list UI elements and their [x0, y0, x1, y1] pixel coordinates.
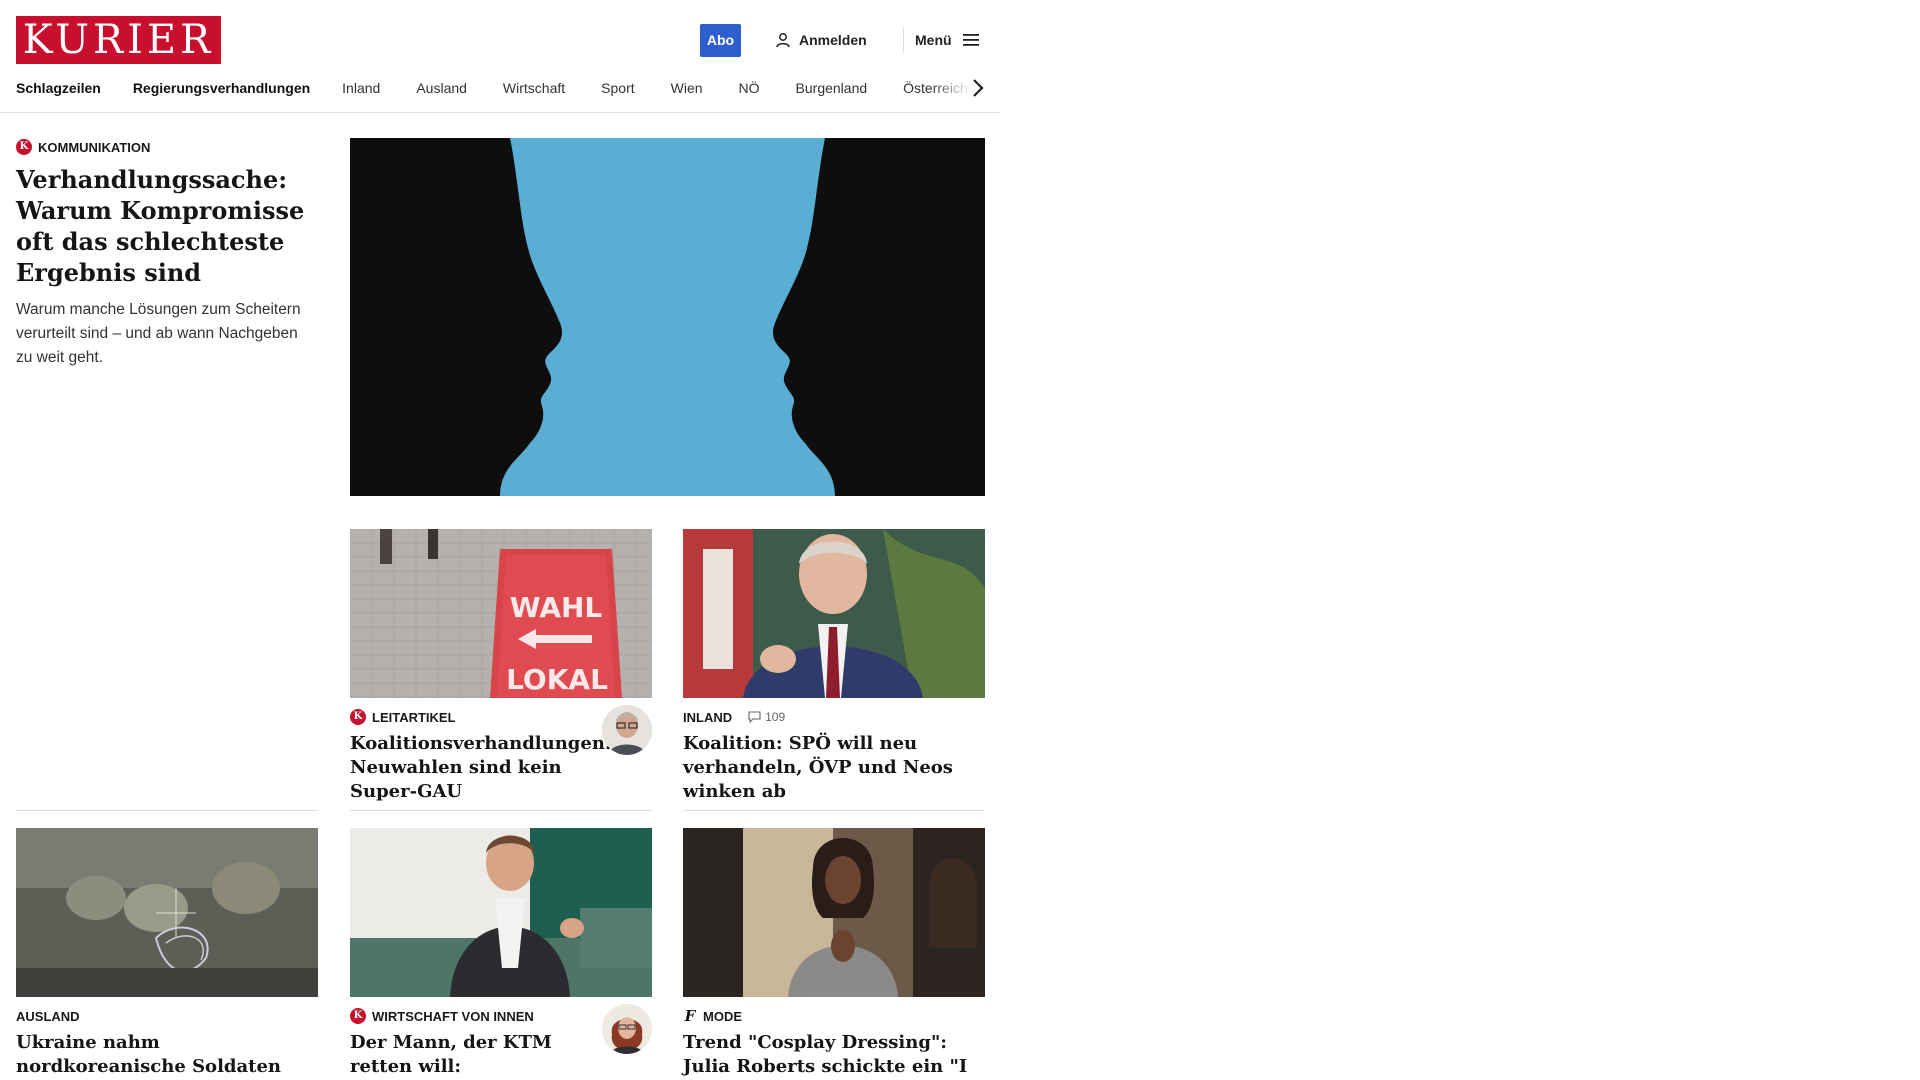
- article-kicker-label: LEITARTIKEL: [372, 709, 456, 725]
- article-card-wirtschaft[interactable]: K WIRTSCHAFT VON INNEN Der Mann, der KTM…: [350, 828, 652, 1080]
- author-avatar[interactable]: [602, 705, 652, 755]
- login-button[interactable]: Anmelden: [775, 28, 867, 52]
- article-headline[interactable]: Koalitionsverhandlungen: Neuwahlen sind …: [350, 732, 612, 804]
- article-kicker: AUSLAND: [16, 1007, 318, 1025]
- divider: [16, 810, 318, 811]
- kurier-logo[interactable]: KURIER: [16, 16, 221, 64]
- nav-item-wien[interactable]: Wien: [671, 80, 703, 96]
- politician-photo: [683, 529, 985, 698]
- chevron-right-icon[interactable]: [965, 76, 989, 100]
- nav-item-noe[interactable]: NÖ: [739, 80, 760, 96]
- article-kicker: f MODE: [683, 1007, 985, 1025]
- wahllokal-photo: WAHL LOKAL: [350, 529, 652, 698]
- nav-item-sport[interactable]: Sport: [601, 80, 634, 96]
- kurier-plus-icon: K: [350, 1008, 366, 1024]
- kurier-plus-icon: K: [350, 709, 366, 725]
- article-headline[interactable]: Ukraine nahm nordkoreanische Soldaten fe…: [16, 1031, 318, 1080]
- article-image-celebrity[interactable]: [683, 828, 985, 997]
- article-kicker-label: INLAND: [683, 709, 733, 725]
- menu-label: Menü: [915, 32, 952, 48]
- article-headline[interactable]: Der Mann, der KTM retten will: Netzwerke…: [350, 1031, 585, 1080]
- article-image-businessman[interactable]: [350, 828, 652, 997]
- article-kicker-label: AUSLAND: [16, 1008, 80, 1024]
- nav-item-regierungsverhandlungen[interactable]: Regierungsverhandlungen: [133, 80, 310, 96]
- lead-kicker-label: KOMMUNIKATION: [38, 139, 151, 155]
- login-label: Anmelden: [799, 32, 867, 48]
- article-headline[interactable]: Trend "Cosplay Dressing": Julia Roberts …: [683, 1031, 985, 1080]
- nav-item-schlagzeilen[interactable]: Schlagzeilen: [16, 80, 101, 96]
- comment-count-value: 109: [765, 710, 786, 724]
- menu-button[interactable]: Menü: [915, 28, 980, 52]
- article-card-ausland[interactable]: AUSLAND Ukraine nahm nordkoreanische Sol…: [16, 828, 318, 1080]
- article-kicker: INLAND 109: [683, 708, 985, 726]
- page: KURIER Abo Anmelden Menü Schlagzeilen Re…: [0, 0, 1000, 1080]
- article-card-mode[interactable]: f MODE Trend "Cosplay Dressing": Julia R…: [683, 828, 985, 1080]
- nav-item-ausland[interactable]: Ausland: [416, 80, 467, 96]
- celebrity-photo: [683, 828, 985, 997]
- site-header: KURIER Abo Anmelden Menü Schlagzeilen Re…: [0, 0, 1000, 113]
- article-image-politician[interactable]: [683, 529, 985, 698]
- abo-button[interactable]: Abo: [700, 24, 741, 57]
- article-headline[interactable]: Koalition: SPÖ will neu verhandeln, ÖVP …: [683, 732, 985, 804]
- lead-article[interactable]: K KOMMUNIKATION Verhandlungssache: Warum…: [16, 138, 318, 370]
- lead-teaser: Warum manche Lösungen zum Scheitern veru…: [16, 301, 301, 366]
- article-card-inland[interactable]: INLAND 109 Koalition: SPÖ will neu verha…: [683, 529, 985, 804]
- hamburger-icon: [962, 34, 979, 46]
- comment-count[interactable]: 109: [748, 710, 785, 724]
- lead-image[interactable]: [350, 138, 985, 496]
- header-divider: [903, 28, 904, 52]
- nav-item-wirtschaft[interactable]: Wirtschaft: [503, 80, 565, 96]
- author-photo: [602, 1004, 652, 1054]
- author-avatar[interactable]: [602, 1004, 652, 1054]
- soldiers-photo: [16, 828, 318, 997]
- section-nav: Schlagzeilen Regierungsverhandlungen Inl…: [16, 74, 976, 102]
- divider: [683, 810, 985, 811]
- nav-item-inland[interactable]: Inland: [342, 80, 380, 96]
- wahl-text: WAHL: [510, 591, 603, 624]
- divider: [350, 810, 652, 811]
- lead-kicker: K KOMMUNIKATION: [16, 138, 318, 156]
- article-kicker-label: MODE: [703, 1008, 742, 1024]
- comment-icon: [748, 711, 761, 723]
- lead-headline[interactable]: Verhandlungssache: Warum Kompromisse oft…: [16, 164, 318, 288]
- lokal-text: LOKAL: [506, 663, 608, 696]
- author-photo: [602, 705, 652, 755]
- kurier-plus-icon: K: [16, 139, 32, 155]
- article-card-leitartikel[interactable]: WAHL LOKAL K LEITARTIKEL Koalitionsverha…: [350, 529, 652, 804]
- article-kicker-label: WIRTSCHAFT VON INNEN: [372, 1008, 534, 1024]
- article-image-soldiers[interactable]: [16, 828, 318, 997]
- businessman-photo: [350, 828, 652, 997]
- article-image-wahllokal[interactable]: WAHL LOKAL: [350, 529, 652, 698]
- silhouettes-illustration: [350, 138, 985, 496]
- freizeit-icon: f: [684, 1007, 696, 1025]
- nav-item-burgenland[interactable]: Burgenland: [796, 80, 868, 96]
- user-icon: [776, 33, 790, 48]
